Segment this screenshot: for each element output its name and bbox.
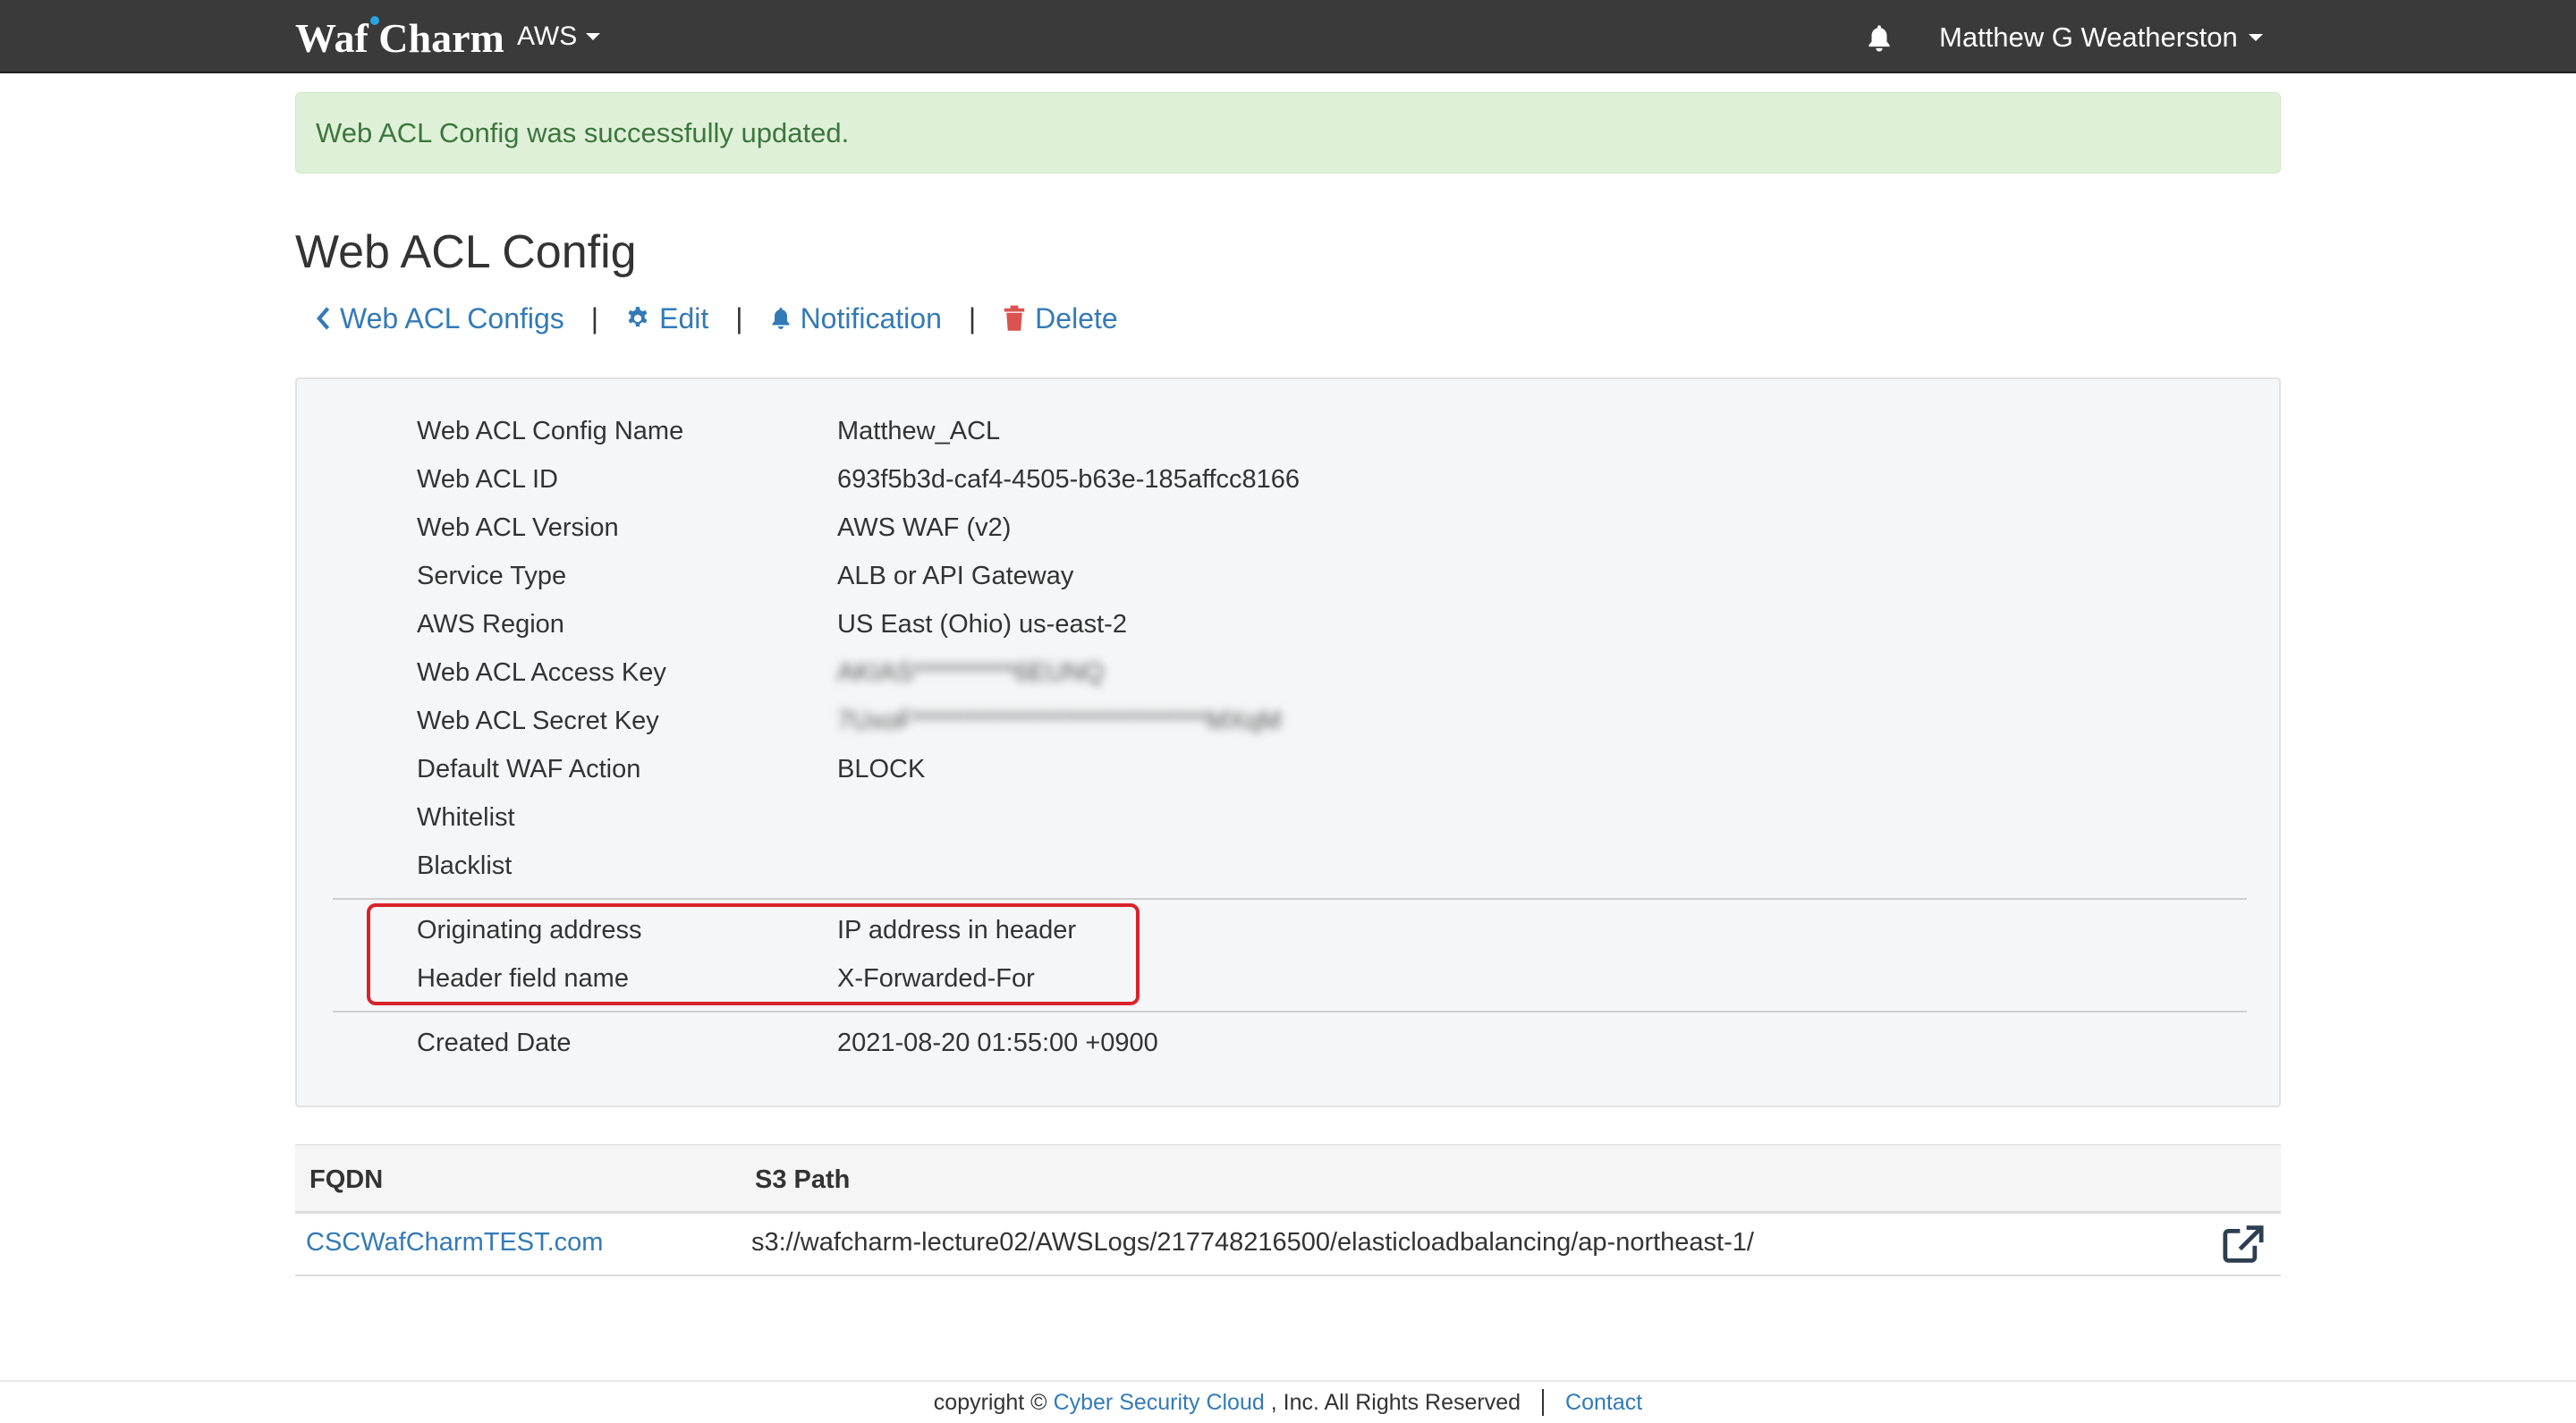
- company-link[interactable]: Cyber Security Cloud: [1054, 1390, 1265, 1416]
- detail-label: Default WAF Action: [417, 754, 641, 783]
- separator: |: [968, 301, 977, 335]
- detail-label: Blacklist: [417, 851, 513, 880]
- brand-logo[interactable]: Waf Charm: [295, 13, 504, 64]
- separator: |: [735, 301, 743, 335]
- caret-down-icon: [2248, 34, 2263, 41]
- back-link-label: Web ACL Configs: [340, 301, 564, 335]
- column-header-s3-path: S3 Path: [755, 1165, 851, 1194]
- detail-value: BLOCK: [837, 754, 926, 783]
- success-alert-message: Web ACL Config was successfully updated.: [316, 116, 850, 148]
- s3-path-value: s3://wafcharm-lecture02/AWSLogs/21774821…: [751, 1228, 1754, 1257]
- detail-row: Web ACL ID 693f5b3d-caf4-4505-b63e-185af…: [417, 462, 1300, 497]
- back-to-web-acl-configs-link[interactable]: Web ACL Configs: [315, 302, 564, 335]
- detail-row: Header field name X-Forwarded-For: [417, 961, 1035, 996]
- caret-down-icon: [586, 33, 601, 40]
- user-name: Matthew G Weatherston: [1939, 21, 2238, 53]
- detail-label: Service Type: [417, 561, 567, 590]
- detail-row: Default WAF Action BLOCK: [417, 751, 925, 787]
- detail-row: Whitelist: [417, 800, 837, 835]
- detail-label: Web ACL Config Name: [417, 416, 684, 445]
- gear-icon: [628, 307, 648, 327]
- fqdn-link[interactable]: CSCWafCharmTEST.com: [306, 1228, 603, 1258]
- detail-row: Created Date 2021-08-20 01:55:00 +0900: [417, 1025, 1158, 1061]
- detail-value: AWS WAF (v2): [837, 512, 1012, 542]
- footer: copyright © Cyber Security Cloud , Inc. …: [0, 1380, 2576, 1423]
- config-details-panel: Web ACL Config Name Matthew_ACL Web ACL …: [295, 377, 2281, 1107]
- detail-value-redacted: 7UxoF*****************************MXqM: [837, 706, 1282, 735]
- detail-row: Service Type ALB or API Gateway: [417, 558, 1073, 594]
- divider: [333, 1011, 2247, 1012]
- table-row: CSCWafCharmTEST.com s3://wafcharm-lectur…: [295, 1214, 2281, 1276]
- detail-row: Web ACL Secret Key 7UxoF****************…: [417, 703, 1281, 739]
- detail-label: Web ACL Secret Key: [417, 706, 659, 735]
- page-title: Web ACL Config: [295, 226, 637, 278]
- detail-value-redacted: AKIAS**********6EUNQ: [837, 657, 1105, 687]
- top-navbar: Waf Charm AWS Matthew G Weatherston: [0, 0, 2576, 73]
- detail-label: Header field name: [417, 963, 629, 993]
- edit-link-label: Edit: [659, 301, 709, 335]
- bell-icon: [772, 308, 790, 329]
- detail-value: 693f5b3d-caf4-4505-b63e-185affcc8166: [837, 464, 1301, 494]
- contact-link[interactable]: Contact: [1565, 1390, 1642, 1416]
- detail-label: Web ACL Version: [417, 512, 619, 542]
- table-header: FQDN S3 Path: [295, 1144, 2281, 1214]
- detail-row: Web ACL Access Key AKIAS**********6EUNQ: [417, 655, 1104, 690]
- edit-link[interactable]: Edit: [625, 302, 708, 335]
- action-links: Web ACL Configs | Edit | Notification | …: [315, 301, 1118, 336]
- detail-row: Blacklist: [417, 848, 837, 884]
- brand-name: Waf Charm: [295, 15, 504, 61]
- detail-value: ALB or API Gateway: [837, 561, 1074, 590]
- delete-link-label: Delete: [1035, 301, 1118, 335]
- detail-value: X-Forwarded-For: [837, 963, 1035, 993]
- brand-logo-dot: [370, 16, 379, 25]
- platform-dropdown-label: AWS: [517, 21, 578, 51]
- detail-row: Web ACL Version AWS WAF (v2): [417, 510, 1011, 546]
- detail-value: Matthew_ACL: [837, 416, 1001, 445]
- detail-label: Originating address: [417, 915, 642, 944]
- column-header-fqdn: FQDN: [309, 1165, 384, 1194]
- detail-label: Web ACL Access Key: [417, 657, 666, 687]
- detail-row: Web ACL Config Name Matthew_ACL: [417, 413, 1000, 449]
- trash-icon: [1004, 305, 1025, 331]
- detail-value: IP address in header: [837, 915, 1077, 944]
- bell-icon[interactable]: [1866, 23, 1893, 54]
- copyright-suffix: , Inc. All Rights Reserved: [1270, 1389, 1521, 1415]
- notification-link-label: Notification: [800, 301, 942, 335]
- copyright-prefix: copyright ©: [933, 1389, 1047, 1415]
- platform-dropdown[interactable]: AWS: [517, 21, 601, 52]
- divider: [333, 898, 2247, 900]
- detail-label: Web ACL ID: [417, 464, 558, 494]
- user-menu-dropdown[interactable]: Matthew G Weatherston: [1939, 21, 2263, 54]
- success-alert: Web ACL Config was successfully updated.: [295, 92, 2281, 174]
- footer-separator: [1542, 1389, 1545, 1416]
- notification-link[interactable]: Notification: [770, 302, 942, 335]
- detail-row: Originating address IP address in header: [417, 912, 1076, 948]
- delete-link[interactable]: Delete: [1003, 302, 1118, 335]
- detail-label: Created Date: [417, 1028, 572, 1057]
- chevron-left-icon: [317, 307, 330, 330]
- detail-value: 2021-08-20 01:55:00 +0900: [837, 1028, 1158, 1057]
- detail-row: AWS Region US East (Ohio) us-east-2: [417, 606, 1127, 642]
- external-link-icon[interactable]: [2222, 1224, 2265, 1264]
- detail-label: Whitelist: [417, 802, 515, 832]
- separator: |: [590, 301, 599, 335]
- detail-value: US East (Ohio) us-east-2: [837, 609, 1127, 639]
- detail-label: AWS Region: [417, 609, 564, 639]
